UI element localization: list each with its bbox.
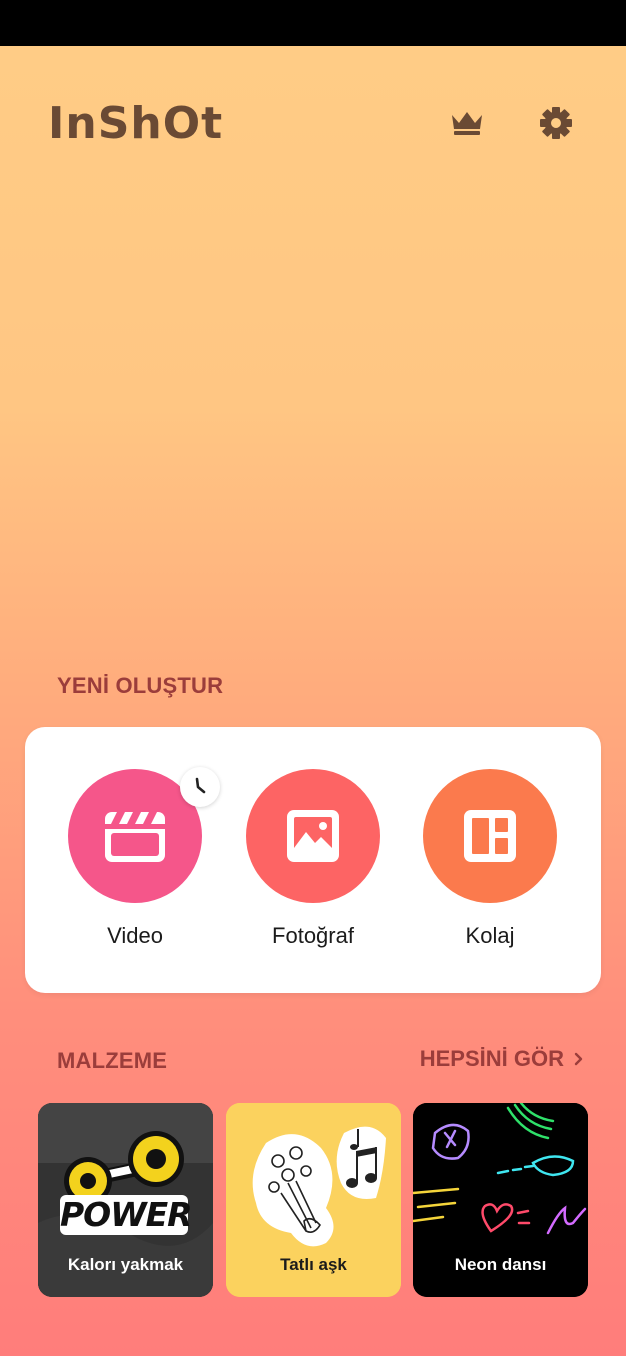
material-label-sweet-love: Tatlı aşk (280, 1255, 347, 1274)
premium-button[interactable] (442, 98, 492, 148)
clock-icon (195, 777, 206, 794)
create-collage-button[interactable]: Kolaj (410, 727, 570, 993)
create-video-button[interactable]: Video (55, 727, 220, 993)
see-all-label: HEPSİNİ GÖR (419, 1046, 564, 1071)
status-bar (0, 0, 626, 46)
material-card-calorie[interactable]: POWER Kalorı yakmak (38, 1103, 213, 1297)
clapperboard-icon (105, 812, 165, 862)
photo-label: Fotoğraf (272, 923, 354, 948)
create-photo-button[interactable]: Fotoğraf (233, 727, 393, 993)
power-sticker-text: POWER (60, 1195, 193, 1234)
see-all-link[interactable]: HEPSİNİ GÖR (420, 1046, 584, 1072)
collage-icon (464, 810, 516, 862)
material-card-neon-dance[interactable]: Neon dansı (413, 1103, 588, 1297)
image-icon (287, 810, 339, 862)
collage-circle (423, 769, 557, 903)
create-card: Video Fotoğraf Kolaj (25, 727, 601, 993)
photo-circle (246, 769, 380, 903)
collage-label: Kolaj (465, 923, 515, 948)
settings-button[interactable] (531, 98, 581, 148)
chevron-right-icon (574, 1052, 583, 1066)
app-logo: InShOt (48, 98, 224, 149)
recent-draft-badge[interactable] (180, 767, 220, 807)
material-label-calorie: Kalorı yakmak (67, 1255, 184, 1274)
gear-icon (540, 107, 572, 139)
materials-section-title: MALZEME (57, 1048, 168, 1073)
crown-icon (452, 112, 482, 135)
material-label-neon-dance: Neon dansı (454, 1255, 547, 1274)
create-section-title: YENİ OLUŞTUR (57, 673, 224, 698)
video-label: Video (107, 923, 163, 948)
material-card-sweet-love[interactable]: Tatlı aşk (226, 1103, 401, 1297)
